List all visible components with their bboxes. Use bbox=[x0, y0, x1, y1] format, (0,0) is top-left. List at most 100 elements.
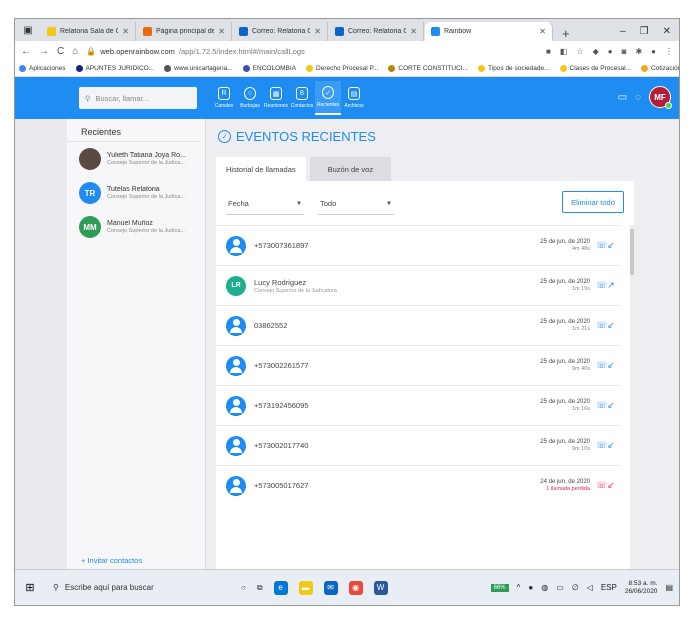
taskbar-apps: ○ ⧉ e ▬ ✉ ◉ W bbox=[241, 580, 388, 595]
incoming-call-icon[interactable]: ☏↙ bbox=[596, 360, 615, 371]
recent-contact[interactable]: MM Manuel Muñoz Consejo Superior de la Jud… bbox=[67, 210, 205, 244]
edge-icon[interactable]: e bbox=[273, 580, 288, 595]
keyboard-icon[interactable]: ▭ bbox=[556, 583, 564, 592]
bookmark-label: www.unicartagena... bbox=[174, 65, 233, 72]
notification-icon[interactable]: ◌ bbox=[635, 92, 641, 103]
type-filter-select[interactable]: Todo ▼ bbox=[318, 193, 394, 215]
task-view-icon[interactable]: ⧉ bbox=[257, 583, 263, 593]
tab-close-icon[interactable]: ✕ bbox=[218, 27, 225, 36]
bookmark-item[interactable]: www.unicartagena... bbox=[164, 65, 233, 72]
back-icon[interactable]: ← bbox=[21, 46, 31, 57]
close-icon[interactable]: ✕ bbox=[663, 26, 671, 37]
minimize-icon[interactable]: – bbox=[620, 26, 626, 37]
recent-contact[interactable]: Yulieth Tatiana Joya Ro... Consejo Superi… bbox=[67, 142, 205, 176]
home-icon[interactable]: ⌂ bbox=[72, 46, 78, 57]
menu-icon[interactable]: ⋮ bbox=[665, 47, 673, 56]
delete-all-button[interactable]: Eliminar todo bbox=[562, 191, 624, 213]
user-avatar[interactable]: MF bbox=[649, 86, 672, 109]
puzzle-icon[interactable]: ✱ bbox=[635, 47, 642, 56]
nav-item-contactos[interactable]: 8 Contactos bbox=[289, 81, 315, 115]
tray-app-icon[interactable]: ● bbox=[528, 583, 533, 592]
outgoing-call-icon[interactable]: ☏↗ bbox=[596, 280, 615, 291]
windows-start-icon[interactable]: ⊞ bbox=[21, 581, 39, 594]
tab-close-icon[interactable]: ✕ bbox=[539, 27, 546, 36]
language-indicator[interactable]: ESP bbox=[601, 583, 617, 592]
nav-item-recientes[interactable]: ✓ Recientes bbox=[315, 81, 341, 115]
nav-item-archivos[interactable]: ▤ Archivos bbox=[341, 81, 367, 115]
nav-item-reuniones[interactable]: ▦ Reuniones bbox=[263, 81, 289, 115]
volume-icon[interactable]: ◁ bbox=[587, 583, 593, 592]
notifications-icon[interactable]: ▤ bbox=[665, 583, 673, 592]
browser-tab[interactable]: Correo: Relatoria Civil Corte ✕ bbox=[233, 22, 328, 41]
tab-close-icon[interactable]: ✕ bbox=[410, 27, 417, 36]
call-row[interactable]: +573007361897 25 de jun. de 2020 4m 48s ☏↙ bbox=[216, 225, 620, 265]
nav-item-canales[interactable]: R Canales bbox=[211, 81, 237, 115]
browser-tab[interactable]: Correo: Relatoria Civil Corte ✕ bbox=[329, 22, 424, 41]
search-input[interactable]: ⚲ Buscar, llamar... bbox=[79, 87, 197, 109]
bookmark-item[interactable]: CORTE CONSTITUCI... bbox=[388, 65, 468, 72]
clock[interactable]: 8:53 a. m. 26/06/2020 bbox=[625, 580, 658, 596]
main-panel: ✓ EVENTOS RECIENTES Historial de llamada… bbox=[206, 119, 679, 571]
call-row[interactable]: +573005017627 24 de jun. de 2020 1 llamada… bbox=[216, 465, 620, 505]
chrome-icon[interactable]: ◉ bbox=[348, 580, 363, 595]
bookmark-item[interactable]: Tipos de sociedade... bbox=[477, 65, 550, 72]
browser-tab[interactable]: Rainbow ✕ bbox=[425, 22, 553, 41]
tab-voicemail[interactable]: Buzón de voz bbox=[309, 157, 392, 181]
battery-status[interactable]: 66% bbox=[490, 583, 509, 592]
reload-icon[interactable]: C bbox=[57, 46, 64, 57]
pen-icon[interactable]: ∅ bbox=[572, 583, 579, 592]
call-row[interactable]: LR Lucy Rodriguez Consejo Superior de la J… bbox=[216, 265, 620, 305]
bookmark-item[interactable]: ENCOLOMBIA bbox=[242, 65, 296, 72]
tab-close-icon[interactable]: ✕ bbox=[122, 27, 129, 36]
browser-tab[interactable]: Relatoria Sala de Casación C ✕ bbox=[41, 22, 136, 41]
incoming-call-icon[interactable]: ☏↙ bbox=[596, 400, 615, 411]
cortana-icon[interactable]: ○ bbox=[241, 583, 246, 592]
screen-share-icon[interactable]: ▭ bbox=[618, 92, 627, 103]
left-rail bbox=[15, 119, 67, 571]
window-menu-icon[interactable]: ▣ bbox=[19, 21, 37, 39]
caller-info: Lucy Rodriguez Consejo Superior de la Jud… bbox=[254, 278, 337, 294]
incoming-call-icon[interactable]: ☏↙ bbox=[596, 440, 615, 451]
star-icon[interactable]: ☆ bbox=[576, 47, 583, 56]
maximize-icon[interactable]: ❐ bbox=[640, 26, 649, 37]
date-filter-select[interactable]: Fecha ▼ bbox=[226, 193, 304, 215]
scrollbar-thumb[interactable] bbox=[630, 229, 634, 275]
bookmark-icon bbox=[306, 65, 314, 72]
bookmark-item[interactable]: Clases de Procesal... bbox=[559, 65, 631, 72]
call-row[interactable]: 03862552 25 de jun. de 2020 1m 21s ☏↙ bbox=[216, 305, 620, 345]
tab-close-icon[interactable]: ✕ bbox=[314, 27, 321, 36]
profile-icon[interactable]: ● bbox=[651, 47, 656, 56]
translate-icon[interactable]: ◧ bbox=[560, 47, 568, 56]
mail-icon[interactable]: ✉ bbox=[323, 580, 338, 595]
word-icon[interactable]: W bbox=[373, 580, 388, 595]
incoming-call-icon[interactable]: ☏↙ bbox=[596, 240, 615, 251]
extension-icon[interactable]: ● bbox=[608, 47, 613, 56]
url-field[interactable]: 🔒 web.openrainbow.com/app/1.72.5/index.h… bbox=[86, 47, 538, 56]
file-explorer-icon[interactable]: ▬ bbox=[298, 580, 313, 595]
network-icon[interactable]: ◍ bbox=[541, 583, 548, 592]
tab-call-history[interactable]: Historial de llamadas bbox=[216, 157, 306, 181]
invite-contacts-link[interactable]: + Invitar contactos bbox=[81, 556, 142, 565]
contact-org: Consejo Superior de la Judica... bbox=[107, 160, 185, 166]
incoming-call-icon[interactable]: ☏↙ bbox=[596, 320, 615, 331]
scrollbar[interactable] bbox=[630, 225, 634, 571]
chevron-up-icon[interactable]: ^ bbox=[517, 583, 521, 592]
extension-icon[interactable]: ◙ bbox=[622, 47, 627, 56]
bookmark-item[interactable]: Cotización al Siste... bbox=[640, 65, 679, 72]
call-row[interactable]: +573002261577 25 de jun. de 2020 9m 40s ☏↙ bbox=[216, 345, 620, 385]
extension-icon[interactable]: ◆ bbox=[593, 47, 599, 56]
forward-icon[interactable]: → bbox=[39, 46, 49, 57]
recent-contact[interactable]: TR Tutelas Relatoria Consejo Superior de l… bbox=[67, 176, 205, 210]
bookmark-item[interactable]: Derecho Procesal P... bbox=[306, 65, 378, 72]
taskbar-search[interactable]: ⚲ Escribe aquí para buscar bbox=[47, 576, 223, 600]
bookmark-item[interactable]: APUNTES JURIDICO... bbox=[75, 65, 154, 72]
camera-icon[interactable]: ■ bbox=[546, 47, 551, 56]
browser-tab[interactable]: Página principal de Microsof ✕ bbox=[137, 22, 232, 41]
missed-call-icon[interactable]: ☏↙ bbox=[596, 480, 615, 491]
nav-item-burbujas[interactable]: ○ Burbujas bbox=[237, 81, 263, 115]
call-row[interactable]: +573002017740 25 de jun. de 2020 9m 10s ☏↙ bbox=[216, 425, 620, 465]
bookmark-item[interactable]: Aplicaciones bbox=[19, 65, 66, 72]
new-tab-button[interactable]: + bbox=[554, 26, 578, 41]
caller-info: +573002261577 bbox=[254, 361, 308, 370]
call-row[interactable]: +573192456095 25 de jun. de 2020 1m 16s ☏↙ bbox=[216, 385, 620, 425]
